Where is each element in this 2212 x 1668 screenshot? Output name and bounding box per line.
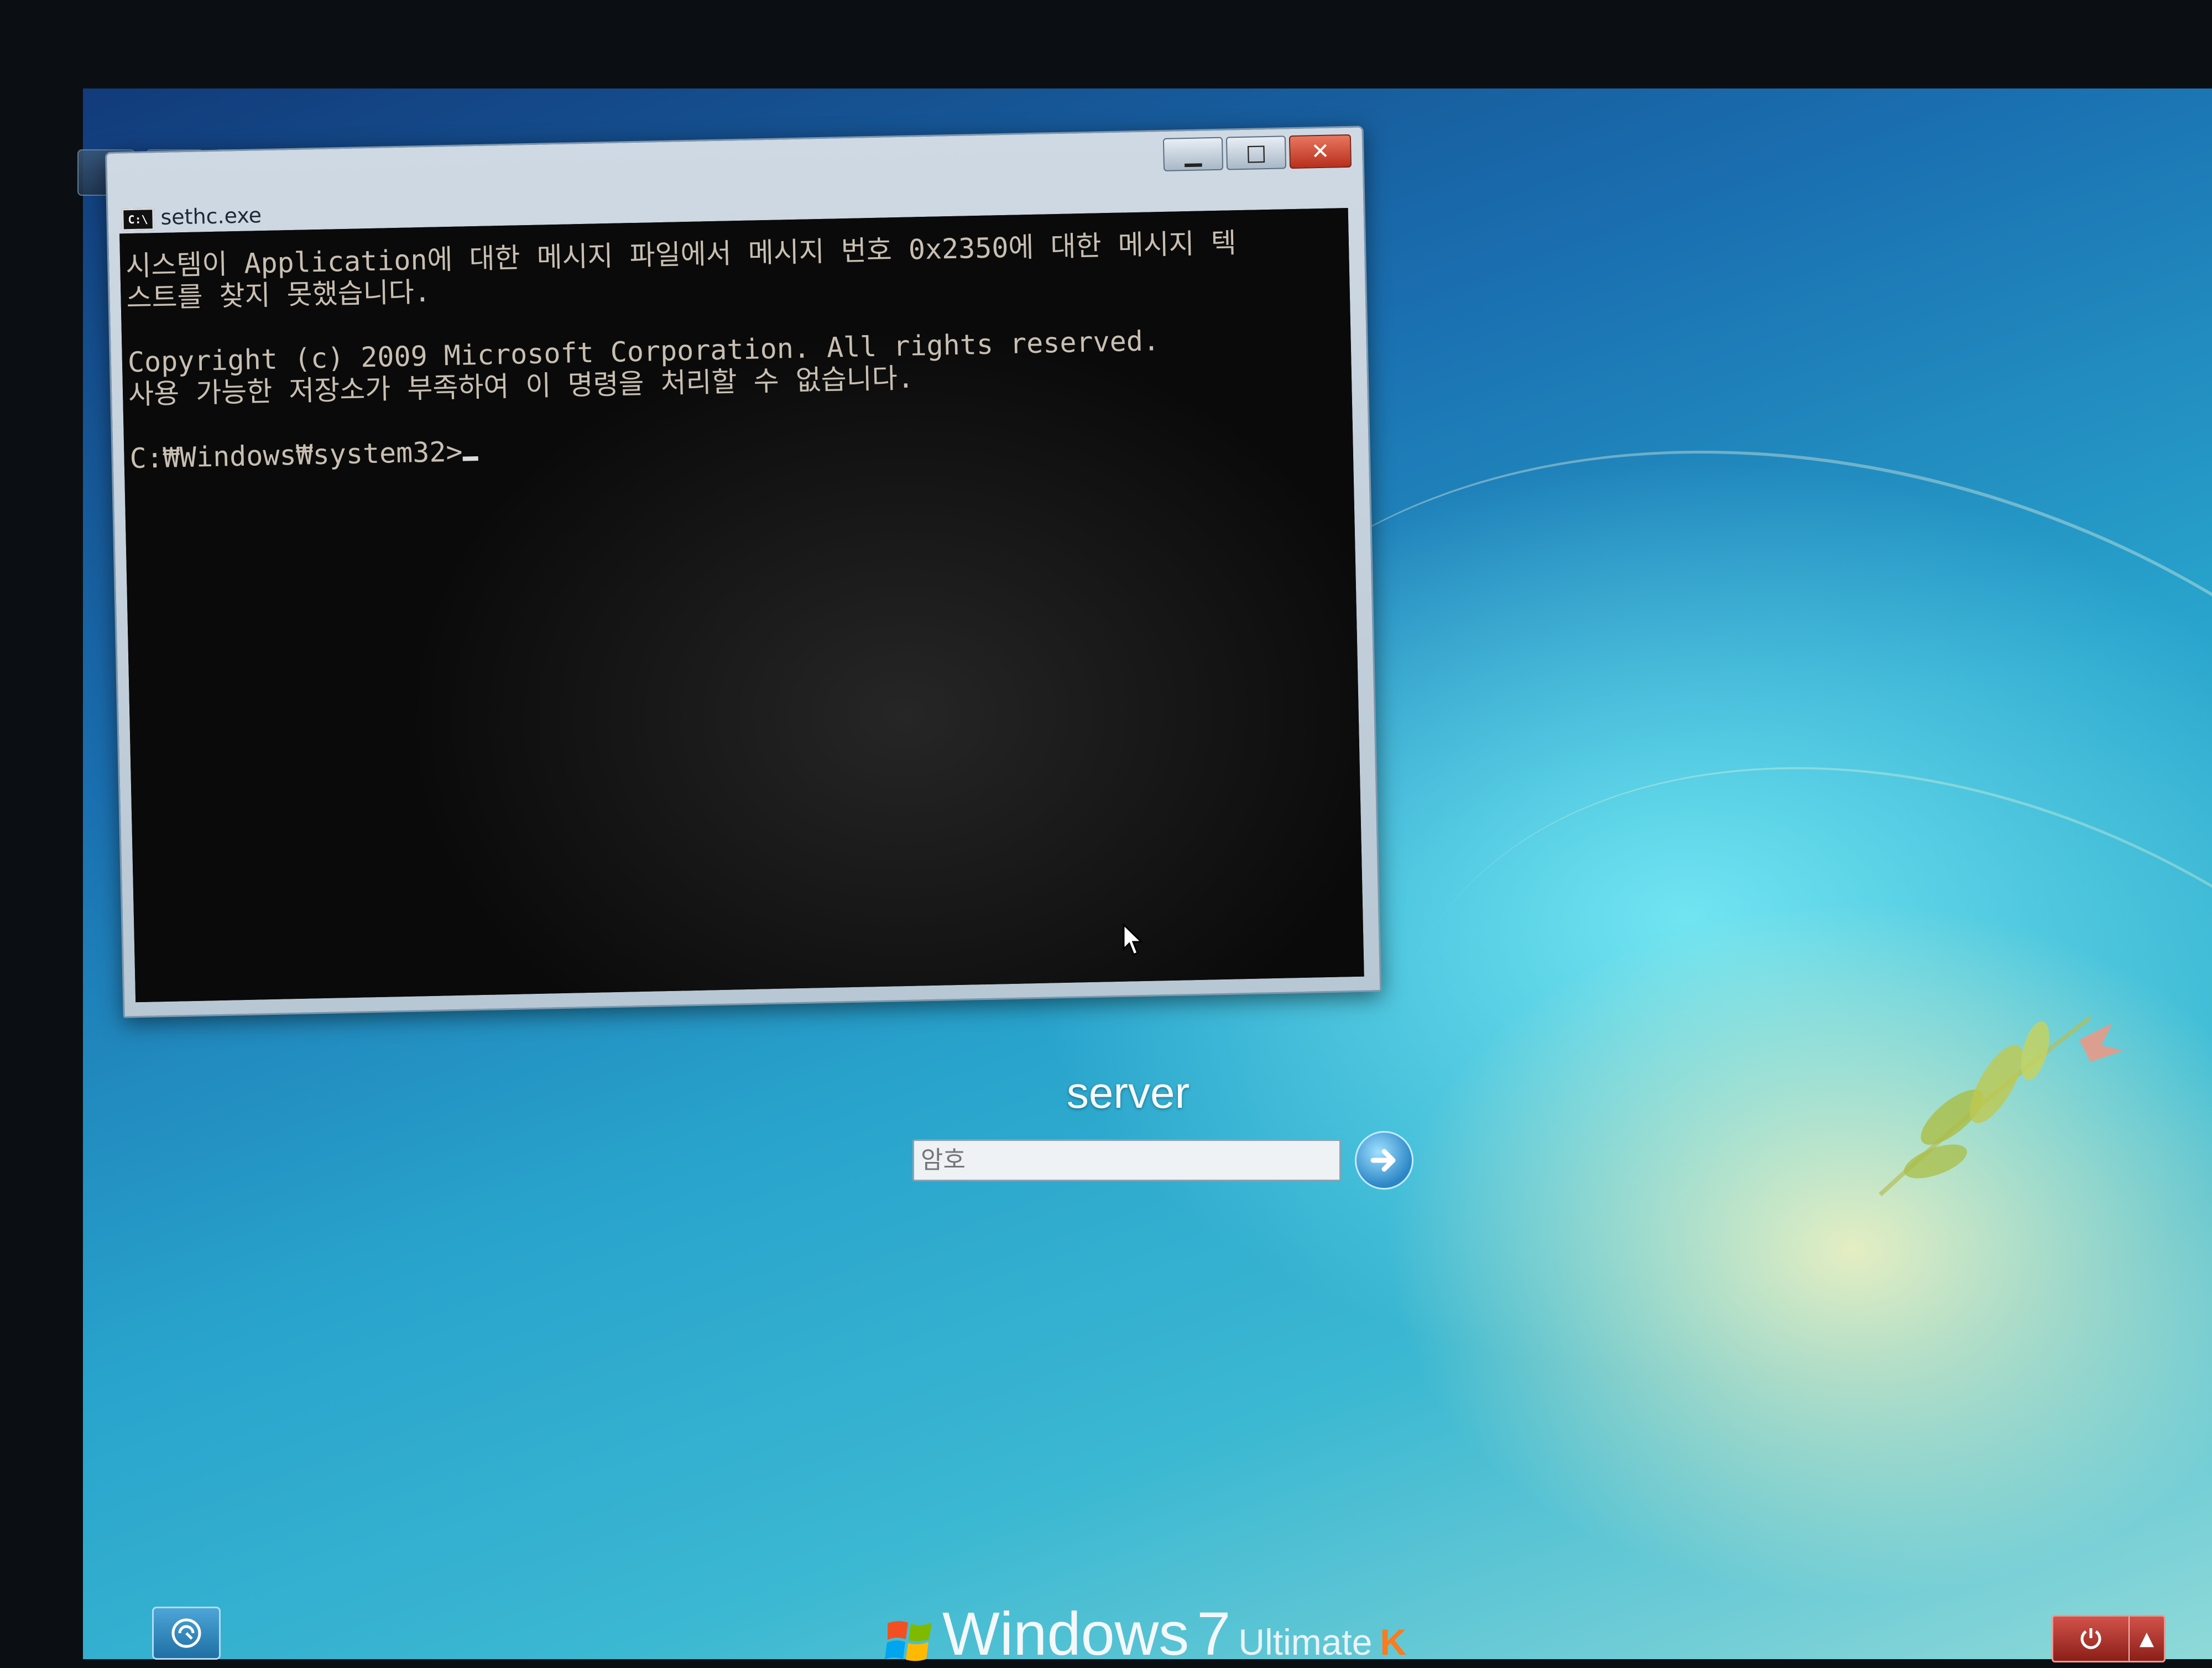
console-title: sethc.exe (160, 203, 262, 230)
text-cursor (462, 456, 478, 461)
brand-version: 7 (1197, 1600, 1231, 1668)
maximize-button[interactable]: □ (1225, 135, 1287, 170)
console-window[interactable]: C:\ sethc.exe ▁ □ ✕ 시스템이 Application에 대한… (105, 126, 1382, 1018)
maximize-icon: □ (1245, 140, 1267, 166)
bird-branch-decoration (1879, 1015, 2124, 1196)
windows-branding: Windows 7 Ultimate K (885, 1604, 1406, 1665)
submit-button[interactable] (1355, 1131, 1413, 1190)
cmd-icon: C:\ (122, 208, 154, 231)
password-field[interactable] (912, 1139, 1341, 1181)
shutdown-button[interactable]: ▲ (2052, 1615, 2166, 1662)
window-controls: ▁ □ ✕ (1162, 134, 1352, 171)
brand-name: Windows (942, 1600, 1190, 1668)
brand-edition: Ultimate (1238, 1622, 1373, 1662)
minimize-button[interactable]: ▁ (1162, 137, 1224, 171)
windows-logo-icon (885, 1621, 932, 1661)
ease-of-access-button[interactable] (152, 1607, 221, 1660)
console-output[interactable]: 시스템이 Application에 대한 메시지 파일에서 메시지 번호 0x2… (119, 207, 1364, 1003)
ease-of-access-icon (171, 1618, 201, 1648)
console-prompt: C:₩Windows₩system32> (129, 435, 463, 475)
mouse-pointer-icon (1123, 924, 1144, 956)
username-label: server (1066, 1068, 1190, 1117)
power-icon-wrap (2053, 1626, 2128, 1651)
arrow-right-icon (1370, 1149, 1396, 1172)
chevron-up-icon[interactable]: ▲ (2128, 1617, 2164, 1661)
brand-suffix: K (1380, 1622, 1407, 1662)
close-button[interactable]: ✕ (1288, 134, 1352, 169)
minimize-icon: ▁ (1184, 141, 1202, 168)
power-icon (2080, 1628, 2101, 1649)
close-icon: ✕ (1311, 138, 1330, 165)
